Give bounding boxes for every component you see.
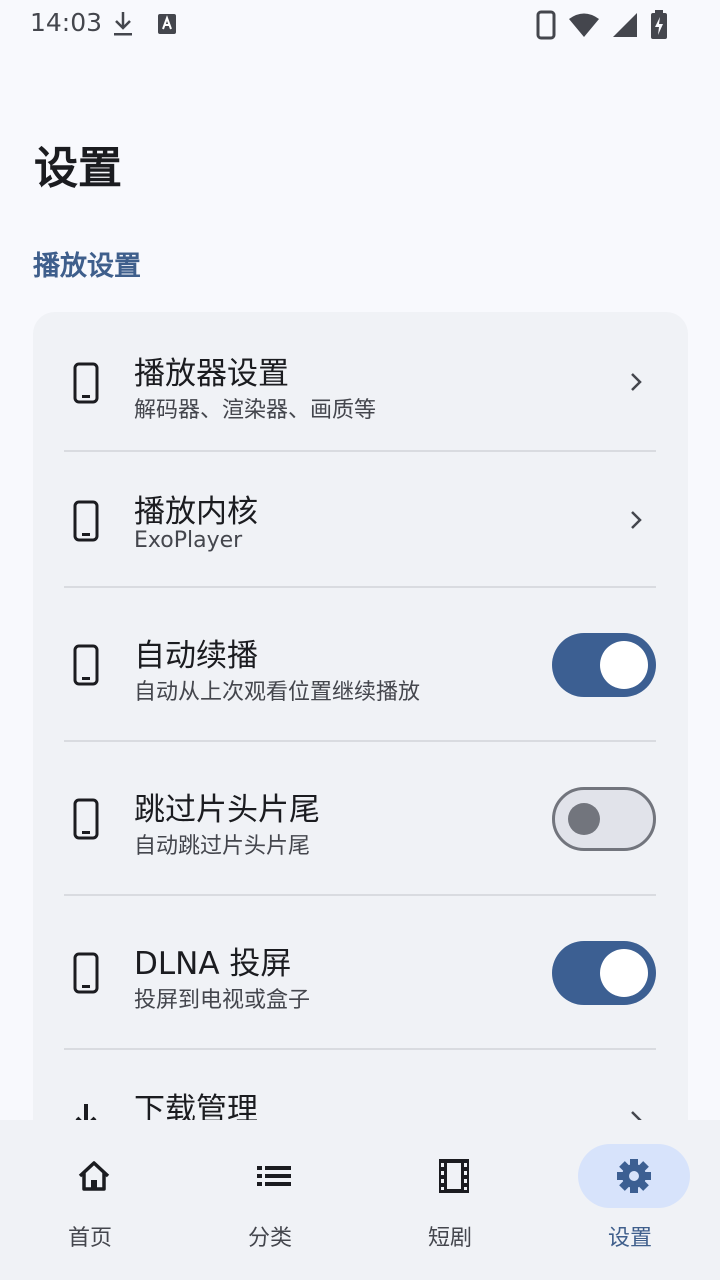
download-icon [75, 1104, 97, 1120]
bottom-navigation: 首页 分类 短剧 设置 [0, 1120, 720, 1280]
settings-list[interactable]: 播放器设置 解码器、渲染器、画质等 播放内核 ExoPlayer 自动续播 自动… [0, 310, 720, 1120]
item-title: 播放内核 [134, 494, 258, 530]
chevron-right-icon [631, 511, 642, 529]
nav-item-home[interactable]: 首页 [0, 1120, 180, 1280]
item-subtitle: 投屏到电视或盒子 [134, 988, 311, 1013]
chevron-right-icon [631, 373, 642, 391]
status-right-icons [536, 10, 668, 40]
download-icon [114, 12, 132, 36]
auto-resume-switch[interactable] [552, 633, 656, 697]
page-title: 设置 [34, 143, 122, 194]
film-icon [439, 1159, 469, 1193]
item-title: DLNA 投屏 [134, 946, 292, 982]
dlna-cast-switch[interactable] [552, 941, 656, 1005]
phone-icon [536, 10, 556, 40]
settings-card: 播放器设置 解码器、渲染器、画质等 播放内核 ExoPlayer 自动续播 自动… [33, 312, 688, 1120]
setting-item-download-manager[interactable]: 下载管理 [33, 1050, 688, 1120]
item-title: 下载管理 [134, 1092, 258, 1120]
nav-label: 首页 [67, 1226, 112, 1251]
phone-icon [73, 500, 99, 542]
section-title: 播放设置 [33, 251, 141, 282]
nav-item-settings[interactable]: 设置 [540, 1120, 720, 1280]
nav-label: 短剧 [427, 1226, 472, 1251]
phone-icon [73, 952, 99, 994]
item-subtitle: 自动跳过片头片尾 [134, 834, 311, 859]
status-bar: 14:03 [0, 0, 720, 48]
item-title: 自动续播 [134, 638, 258, 674]
status-left-icons [112, 10, 178, 38]
list-icon [257, 1166, 291, 1186]
phone-icon [73, 798, 99, 840]
setting-item-player-core[interactable]: 播放内核 ExoPlayer [33, 452, 688, 588]
phone-icon [73, 362, 99, 404]
setting-item-skip-intro-outro[interactable]: 跳过片头片尾 自动跳过片头片尾 [33, 742, 688, 896]
nav-item-category[interactable]: 分类 [180, 1120, 360, 1280]
item-subtitle: 自动从上次观看位置继续播放 [134, 680, 421, 705]
nav-label: 分类 [247, 1226, 292, 1251]
switch-knob [600, 641, 648, 689]
phone-icon [73, 644, 99, 686]
home-icon [78, 1161, 110, 1191]
item-subtitle: ExoPlayer [134, 528, 243, 553]
item-title: 跳过片头片尾 [134, 792, 320, 828]
item-title: 播放器设置 [134, 356, 289, 392]
status-time: 14:03 [30, 8, 103, 37]
skip-intro-switch[interactable] [552, 787, 656, 851]
chevron-right-icon [631, 1111, 642, 1120]
gear-icon [617, 1159, 651, 1193]
setting-item-dlna-cast[interactable]: DLNA 投屏 投屏到电视或盒子 [33, 896, 688, 1050]
switch-knob [600, 949, 648, 997]
setting-item-auto-resume[interactable]: 自动续播 自动从上次观看位置继续播放 [33, 588, 688, 742]
nav-item-short-drama[interactable]: 短剧 [360, 1120, 540, 1280]
nav-label: 设置 [607, 1226, 652, 1251]
switch-knob [568, 803, 600, 835]
item-subtitle: 解码器、渲染器、画质等 [134, 398, 377, 423]
cellular-icon [613, 13, 637, 37]
setting-item-player-settings[interactable]: 播放器设置 解码器、渲染器、画质等 [33, 312, 688, 452]
battery-charging-icon [651, 10, 667, 39]
keyboard-a-icon [158, 14, 176, 34]
wifi-icon [569, 13, 599, 37]
